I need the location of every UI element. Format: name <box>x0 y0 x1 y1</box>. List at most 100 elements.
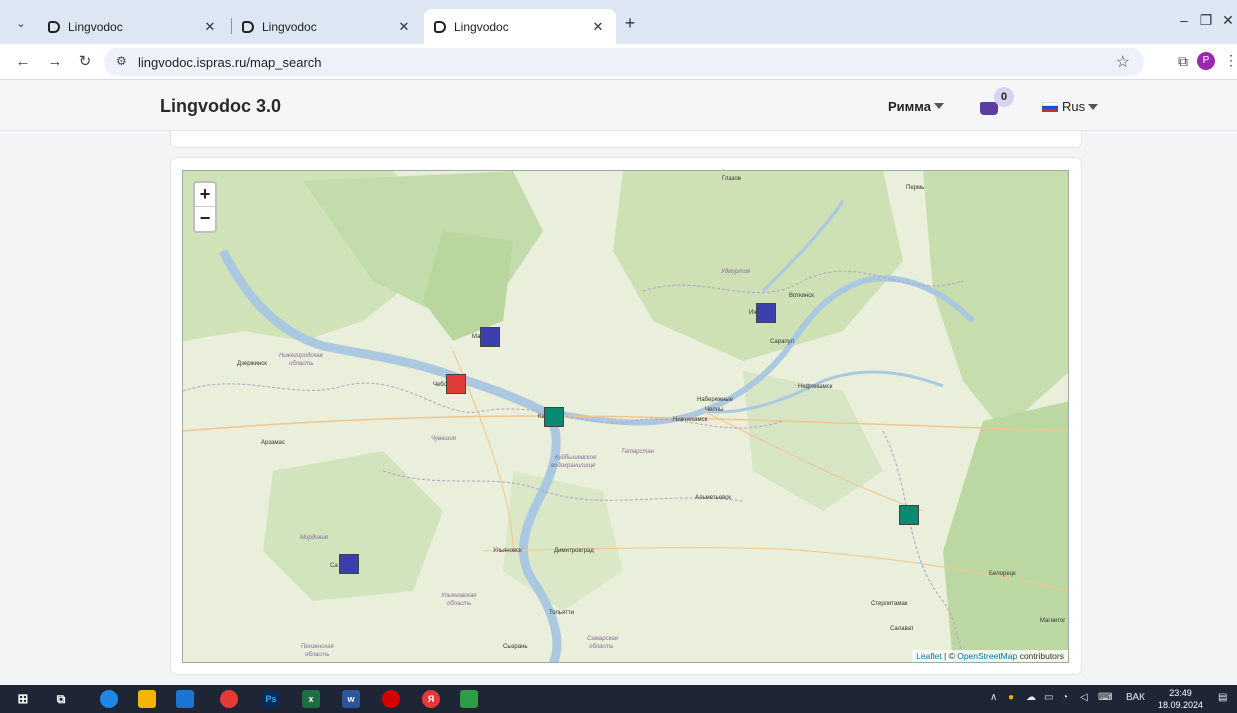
zoom-control: + − <box>193 181 217 233</box>
tab-title: Lingvodoc <box>68 19 123 34</box>
map-marker[interactable] <box>544 407 564 427</box>
word-icon[interactable]: w <box>342 690 360 708</box>
map-region-label: Самарская <box>587 636 618 642</box>
tab-search-icon[interactable]: ⌄ <box>11 14 31 34</box>
map-city-label: Глазов <box>722 176 741 182</box>
lingvodoc-favicon-icon <box>48 20 60 33</box>
map-marker[interactable] <box>756 303 776 323</box>
browser-tab-bar: ⌄ Lingvodoc ✕ Lingvodoc ✕ Lingvodoc ✕ + … <box>0 0 1237 44</box>
user-menu[interactable]: Римма <box>888 99 944 114</box>
language-selector[interactable]: Rus <box>1042 99 1099 114</box>
map-city-label: Сызрань <box>503 644 528 650</box>
forward-icon[interactable]: → <box>46 53 64 71</box>
map-region-label: Куйбышевское <box>555 455 597 461</box>
file-explorer-icon[interactable] <box>138 690 156 708</box>
app-header: Lingvodoc 3.0 Римма 0 Rus <box>0 81 1237 131</box>
bookmark-star-icon[interactable]: ☆ <box>1116 52 1130 72</box>
map-marker[interactable] <box>899 505 919 525</box>
osm-link[interactable]: OpenStreetMap <box>957 651 1017 661</box>
map-marker[interactable] <box>446 374 466 394</box>
edge-icon[interactable] <box>100 690 118 708</box>
map-city-label: Салават <box>890 626 914 632</box>
map-region-label: область <box>305 652 330 658</box>
map-region-label: Удмуртия <box>721 269 751 275</box>
browser-tab-2[interactable]: Lingvodoc ✕ <box>232 9 422 44</box>
task-view-icon[interactable]: ⧉ <box>52 690 70 708</box>
url-text: lingvodoc.ispras.ru/map_search <box>138 55 322 70</box>
tray-battery-icon[interactable]: ▭ <box>1044 692 1053 703</box>
system-clock[interactable]: 23:49 18.09.2024 <box>1158 687 1203 711</box>
windows-taskbar: ⊞ ⧉ Ps x w Я ∧ ● ☁ ▭ ◔ ◁ ⌨ ВАК 23:49 18.… <box>0 685 1237 713</box>
map-region-label: область <box>589 644 614 650</box>
browser-tab-3-active[interactable]: Lingvodoc ✕ <box>424 9 616 44</box>
sheets-icon[interactable] <box>460 690 478 708</box>
photoshop-icon[interactable]: Ps <box>262 690 280 708</box>
reload-icon[interactable]: ↻ <box>76 53 94 71</box>
opera-icon[interactable] <box>382 690 400 708</box>
map-marker[interactable] <box>480 327 500 347</box>
zoom-out-button[interactable]: − <box>195 207 215 231</box>
tray-chevron-icon[interactable]: ∧ <box>990 692 997 703</box>
windows-start-icon[interactable]: ⊞ <box>14 690 32 708</box>
map-tiles <box>183 171 1068 662</box>
map-city-label: Арзамас <box>261 440 285 446</box>
map-city-label: Стерлитамак <box>871 601 908 607</box>
restore-icon[interactable]: ❐ <box>1194 12 1218 29</box>
close-tab-icon[interactable]: ✕ <box>396 19 412 35</box>
chrome-icon[interactable] <box>220 690 238 708</box>
browser-tab-1[interactable]: Lingvodoc ✕ <box>38 9 228 44</box>
close-window-icon[interactable]: ✕ <box>1216 12 1237 29</box>
tray-app-icon[interactable]: ● <box>1008 692 1014 703</box>
close-tab-icon[interactable]: ✕ <box>202 19 218 35</box>
back-icon[interactable]: ← <box>14 53 32 71</box>
basket-count-badge: 0 <box>994 87 1014 107</box>
address-bar[interactable]: ⚙ lingvodoc.ispras.ru/map_search ☆ <box>104 48 1144 76</box>
new-tab-icon[interactable]: + <box>620 14 640 32</box>
map-city-label: Нефтекамск <box>798 384 833 390</box>
map-city-label: Пермь <box>906 185 925 191</box>
map-region-label: водохранилище <box>551 463 596 469</box>
minimize-icon[interactable]: – <box>1172 12 1196 28</box>
clock-time: 23:49 <box>1169 688 1192 698</box>
map-city-label: Димитровград <box>554 548 594 554</box>
close-tab-icon[interactable]: ✕ <box>590 19 606 35</box>
yandex-browser-icon[interactable]: Я <box>422 690 440 708</box>
map-city-label: Воткинск <box>789 293 814 299</box>
map-city-label: Челны <box>705 407 724 413</box>
map-city-label: Тольятти <box>549 610 575 616</box>
notifications-icon[interactable]: ▤ <box>1218 692 1227 703</box>
tray-keyboard-icon[interactable]: ⌨ <box>1098 692 1112 703</box>
site-info-icon[interactable]: ⚙ <box>116 54 127 68</box>
leaflet-link[interactable]: Leaflet <box>916 651 942 661</box>
browser-menu-icon[interactable]: ⋮ <box>1224 52 1237 69</box>
clock-date: 18.09.2024 <box>1158 700 1204 710</box>
map-region-label: область <box>289 361 314 367</box>
extensions-icon[interactable]: ⧉ <box>1178 53 1188 70</box>
profile-avatar[interactable]: P <box>1197 52 1215 70</box>
map-region-label: Ульяновская <box>441 593 477 599</box>
tray-wifi-icon[interactable]: ◔ <box>1062 692 1068 703</box>
map-marker[interactable] <box>339 554 359 574</box>
lingvodoc-favicon-icon <box>434 20 446 33</box>
tray-volume-icon[interactable]: ◁ <box>1080 692 1088 703</box>
map-city-label: Сарапул <box>770 339 795 345</box>
user-name: Римма <box>888 99 931 114</box>
app-brand[interactable]: Lingvodoc 3.0 <box>160 96 281 117</box>
browser-toolbar: ← → ↻ ⚙ lingvodoc.ispras.ru/map_search ☆… <box>0 44 1237 80</box>
store-icon[interactable] <box>176 690 194 708</box>
tab-title: Lingvodoc <box>262 19 317 34</box>
lingvodoc-favicon-icon <box>242 20 254 33</box>
map-region-label: Мордовия <box>300 535 328 541</box>
tray-cloud-icon[interactable]: ☁ <box>1026 692 1036 703</box>
map-region-label: Татарстан <box>621 449 655 455</box>
map-region-label: Нижегородская <box>279 353 323 359</box>
map-city-label: Са <box>330 563 338 569</box>
input-language[interactable]: ВАК <box>1126 692 1145 703</box>
map-city-label: Нижнекамск <box>673 417 708 423</box>
language-label: Rus <box>1062 99 1086 114</box>
dropdown-caret-icon <box>1088 103 1099 110</box>
excel-icon[interactable]: x <box>302 690 320 708</box>
map-region-label: область <box>447 601 472 607</box>
zoom-in-button[interactable]: + <box>195 183 215 207</box>
map-view[interactable]: Глазов Пермь Воткинск Удмуртия Сарапул Н… <box>182 170 1069 663</box>
